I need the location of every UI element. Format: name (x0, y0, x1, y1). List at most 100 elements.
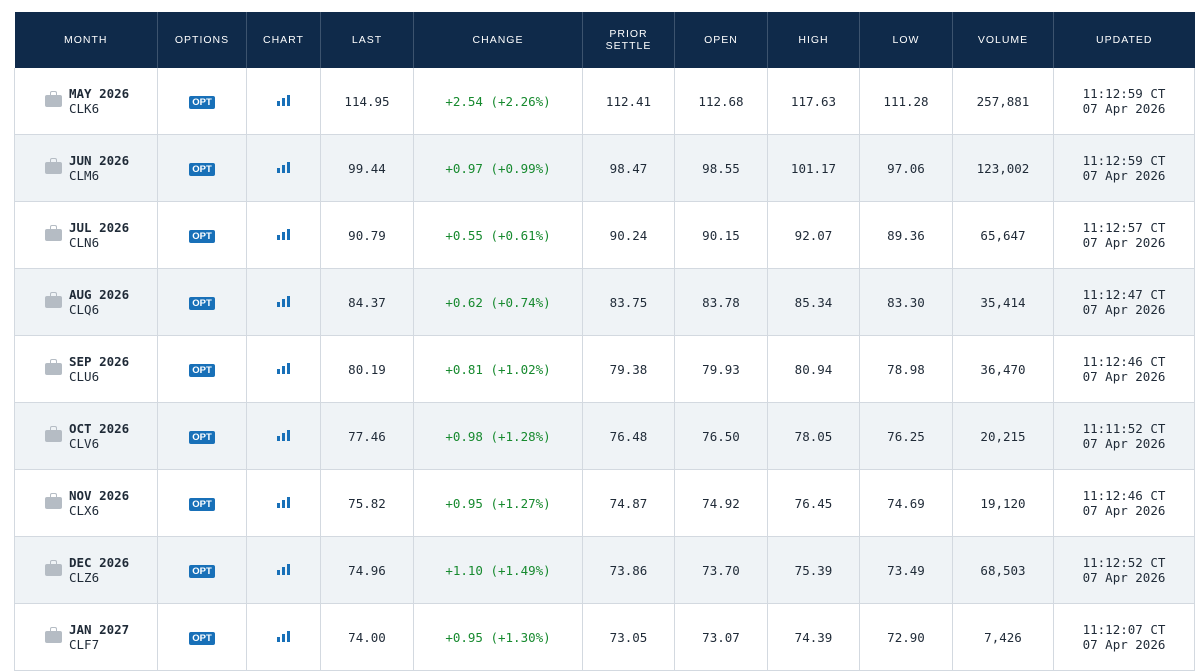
volume: 20,215 (952, 402, 1054, 470)
options-cell: OPT (157, 201, 247, 269)
volume: 257,881 (952, 68, 1054, 135)
price-change: +0.97 (+0.99%) (413, 134, 583, 202)
briefcase-icon[interactable] (45, 359, 62, 375)
bar-chart-icon[interactable] (276, 630, 291, 642)
contract-month: JAN 2027 (69, 622, 130, 637)
briefcase-icon[interactable] (45, 225, 62, 241)
futures-quotes-table-container: MONTH OPTIONS CHART LAST CHANGE PRIOR SET… (14, 12, 1195, 671)
price-change: +2.54 (+2.26%) (413, 68, 583, 135)
opt-button[interactable]: OPT (189, 163, 215, 176)
volume: 123,002 (952, 134, 1054, 202)
high-price: 117.63 (767, 68, 860, 135)
opt-button[interactable]: OPT (189, 230, 215, 243)
bar-chart-icon[interactable] (276, 161, 291, 173)
month-text: JAN 2027 CLF7 (69, 622, 129, 652)
header-options[interactable]: OPTIONS (157, 12, 247, 68)
header-change[interactable]: CHANGE (413, 12, 583, 68)
briefcase-icon[interactable] (45, 91, 62, 107)
updated-cell: 11:12:46 CT 07 Apr 2026 (1053, 335, 1195, 403)
briefcase-icon[interactable] (45, 426, 62, 442)
chart-cell (246, 68, 321, 135)
header-open[interactable]: OPEN (674, 12, 768, 68)
bar-chart-icon[interactable] (276, 295, 291, 307)
volume: 7,426 (952, 603, 1054, 671)
high-price: 92.07 (767, 201, 860, 269)
briefcase-icon[interactable] (45, 560, 62, 576)
header-updated[interactable]: UPDATED (1053, 12, 1195, 68)
last-price: 114.95 (320, 68, 414, 135)
bar-chart-icon[interactable] (276, 429, 291, 441)
options-cell: OPT (157, 469, 247, 537)
options-cell: OPT (157, 603, 247, 671)
month-text: AUG 2026 CLQ6 (69, 287, 129, 317)
last-price: 75.82 (320, 469, 414, 537)
opt-button[interactable]: OPT (189, 297, 215, 310)
prior-settle: 73.86 (582, 536, 675, 604)
open-price: 73.07 (674, 603, 768, 671)
contract-month: DEC 2026 (69, 555, 130, 570)
updated-cell: 11:12:07 CT 07 Apr 2026 (1053, 603, 1195, 671)
bar-chart-icon[interactable] (276, 563, 291, 575)
high-price: 85.34 (767, 268, 860, 336)
last-price: 74.00 (320, 603, 414, 671)
opt-button[interactable]: OPT (189, 498, 215, 511)
bar-chart-icon[interactable] (276, 228, 291, 240)
month-cell: NOV 2026 CLX6 (14, 469, 158, 537)
chart-cell (246, 402, 321, 470)
volume: 19,120 (952, 469, 1054, 537)
updated-cell: 11:12:52 CT 07 Apr 2026 (1053, 536, 1195, 604)
month-text: SEP 2026 CLU6 (69, 354, 129, 384)
header-volume[interactable]: VOLUME (952, 12, 1054, 68)
contract-month: AUG 2026 (69, 287, 130, 302)
updated-time: 11:12:59 CT (1082, 153, 1166, 168)
opt-button[interactable]: OPT (189, 364, 215, 377)
price-change: +1.10 (+1.49%) (413, 536, 583, 604)
month-text: MAY 2026 CLK6 (69, 86, 129, 116)
high-price: 80.94 (767, 335, 860, 403)
briefcase-icon[interactable] (45, 292, 62, 308)
contract-month: SEP 2026 (69, 354, 130, 369)
bar-chart-icon[interactable] (276, 94, 291, 106)
volume: 35,414 (952, 268, 1054, 336)
prior-settle: 73.05 (582, 603, 675, 671)
updated-cell: 11:12:46 CT 07 Apr 2026 (1053, 469, 1195, 537)
price-change: +0.98 (+1.28%) (413, 402, 583, 470)
contract-code: CLN6 (69, 235, 100, 250)
updated-date: 07 Apr 2026 (1082, 436, 1166, 451)
open-price: 79.93 (674, 335, 768, 403)
open-price: 112.68 (674, 68, 768, 135)
updated-date: 07 Apr 2026 (1082, 302, 1166, 317)
briefcase-icon[interactable] (45, 158, 62, 174)
updated-time: 11:12:46 CT (1082, 488, 1166, 503)
month-cell: JUL 2026 CLN6 (14, 201, 158, 269)
last-price: 77.46 (320, 402, 414, 470)
high-price: 78.05 (767, 402, 860, 470)
briefcase-icon[interactable] (45, 627, 62, 643)
header-month[interactable]: MONTH (14, 12, 158, 68)
bar-chart-icon[interactable] (276, 362, 291, 374)
opt-button[interactable]: OPT (189, 565, 215, 578)
contract-month: NOV 2026 (69, 488, 130, 503)
header-last[interactable]: LAST (320, 12, 414, 68)
opt-button[interactable]: OPT (189, 632, 215, 645)
header-prior-settle[interactable]: PRIOR SETTLE (582, 12, 675, 68)
contract-code: CLX6 (69, 503, 100, 518)
header-low[interactable]: LOW (859, 12, 953, 68)
briefcase-icon[interactable] (45, 493, 62, 509)
price-change: +0.55 (+0.61%) (413, 201, 583, 269)
opt-button[interactable]: OPT (189, 431, 215, 444)
high-price: 101.17 (767, 134, 860, 202)
contract-code: CLU6 (69, 369, 100, 384)
opt-button[interactable]: OPT (189, 96, 215, 109)
month-cell: JUN 2026 CLM6 (14, 134, 158, 202)
updated-date: 07 Apr 2026 (1082, 570, 1166, 585)
bar-chart-icon[interactable] (276, 496, 291, 508)
updated-date: 07 Apr 2026 (1082, 369, 1166, 384)
contract-month: MAY 2026 (69, 86, 130, 101)
updated-time: 11:11:52 CT (1082, 421, 1166, 436)
price-change: +0.95 (+1.27%) (413, 469, 583, 537)
header-chart[interactable]: CHART (246, 12, 321, 68)
futures-quotes-table: MONTH OPTIONS CHART LAST CHANGE PRIOR SET… (14, 12, 1195, 671)
header-high[interactable]: HIGH (767, 12, 860, 68)
contract-month: OCT 2026 (69, 421, 130, 436)
